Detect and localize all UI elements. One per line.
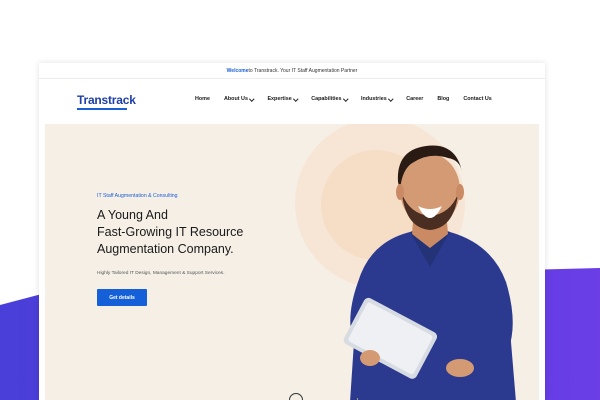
chevron-down-icon (249, 95, 255, 101)
hero-subtitle: Highly Tailored IT Design, Management & … (97, 271, 225, 276)
nav-item-capabilities[interactable]: Capabilities (311, 95, 348, 102)
welcome-bar: Welcome to Transtrack. Your IT Staff Aug… (39, 63, 545, 79)
nav-label: Contact Us (463, 96, 492, 102)
man-with-tablet-image (343, 145, 516, 400)
nav-label: Blog (437, 96, 450, 102)
nav-label: Expertise (267, 96, 292, 102)
headline-line: Augmentation Company. (97, 242, 234, 256)
chevron-down-icon (342, 95, 348, 101)
scroll-indicator-icon (289, 393, 303, 400)
chevron-down-icon (293, 95, 298, 101)
nav-label: Career (406, 96, 424, 102)
nav-item-about-us[interactable]: About Us (223, 95, 255, 102)
nav-item-blog[interactable]: Blog (437, 96, 449, 102)
nav-item-contact-us[interactable]: Contact Us (463, 96, 491, 102)
hero-section: IT Staff Augmentation & Consulting A You… (45, 124, 539, 400)
site-logo[interactable]: Transtrack (77, 93, 136, 107)
main-navigation: Transtrack Home About Us Expertise Capab… (39, 79, 545, 123)
nav-item-career[interactable]: Career (406, 96, 423, 102)
welcome-highlight: Welcome (226, 67, 249, 74)
nav-label: Capabilities (311, 96, 342, 102)
nav-item-industries[interactable]: Industries (361, 95, 393, 102)
get-details-button[interactable]: Get details (97, 289, 147, 306)
hero-headline: A Young And Fast-Growing IT Resource Aug… (97, 207, 287, 258)
browser-frame: Welcome to Transtrack. Your IT Staff Aug… (39, 63, 545, 400)
chevron-down-icon (388, 95, 393, 101)
nav-label: About Us (223, 96, 248, 102)
headline-line: Fast-Growing IT Resource (97, 225, 244, 239)
headline-line: A Young And (97, 208, 168, 222)
logo-underline (77, 108, 127, 110)
nav-label: Industries (361, 96, 387, 102)
nav-item-expertise[interactable]: Expertise (267, 95, 298, 102)
welcome-text: to Transtrack. Your IT Staff Augmentatio… (248, 67, 358, 74)
nav-item-home[interactable]: Home (195, 96, 210, 102)
nav-menu: Home About Us Expertise Capabilities Ind… (195, 95, 506, 102)
hero-eyebrow: IT Staff Augmentation & Consulting (97, 193, 178, 199)
nav-label: Home (195, 96, 210, 102)
